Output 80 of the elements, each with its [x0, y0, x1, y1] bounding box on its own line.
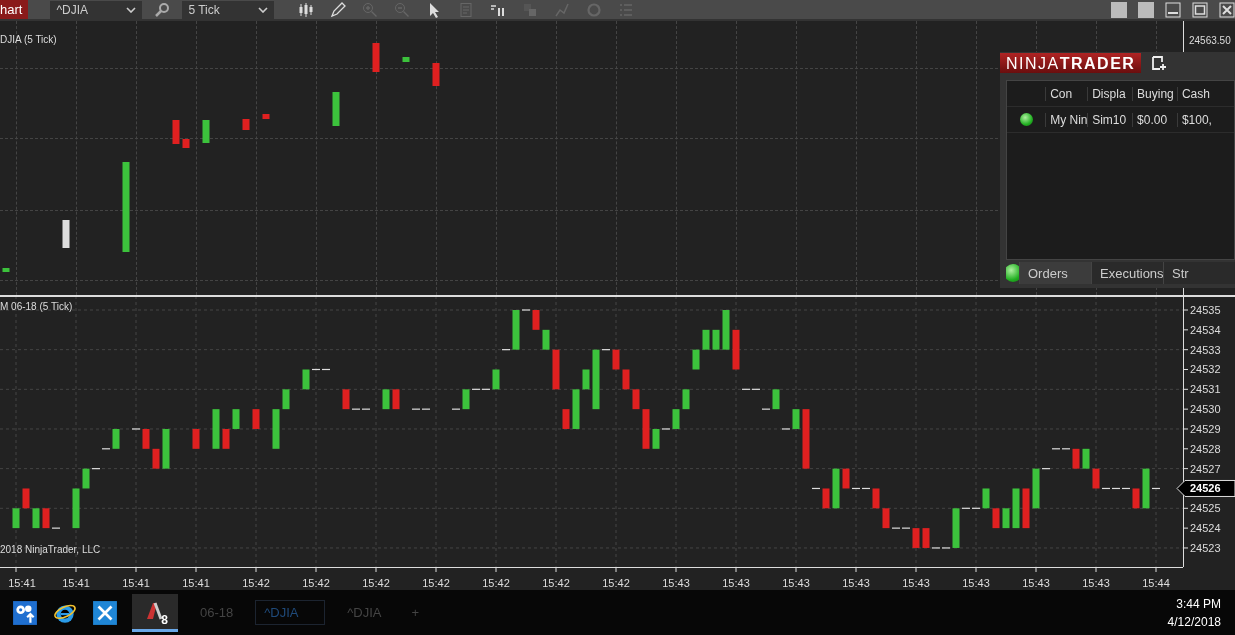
table-cell: My Nin [1045, 112, 1088, 127]
table-cell: $100, [1176, 112, 1234, 127]
candle [182, 139, 190, 148]
window-button[interactable] [1138, 1, 1154, 18]
window-button[interactable] [1111, 1, 1127, 18]
candle [332, 92, 340, 126]
app-button[interactable]: 8 [132, 593, 178, 632]
caret-icon [258, 6, 269, 13]
axis-label: 15:42 [542, 577, 570, 589]
interval-dropdown[interactable]: 5 Tick [182, 0, 275, 19]
pencil-icon[interactable] [330, 1, 347, 18]
axis-label: 24534 [1190, 323, 1221, 336]
axis-label: 15:43 [662, 577, 690, 589]
instrument-dropdown[interactable]: ^DJIA [50, 0, 143, 19]
column-header[interactable]: Displa [1087, 86, 1133, 101]
close-icon[interactable] [1219, 1, 1235, 18]
axis-label: 24533 [1190, 343, 1221, 356]
minimize-icon[interactable] [1165, 1, 1181, 18]
chart-button[interactable]: hart [0, 0, 29, 19]
maximize-icon[interactable] [1192, 1, 1208, 18]
axis-label: 15:41 [182, 577, 210, 589]
copyright-text: 2018 NinjaTrader, LLC [0, 544, 101, 555]
axis-label: 15:43 [842, 577, 870, 589]
add-window-icon[interactable] [1151, 55, 1168, 71]
current-price: 24526 [1190, 482, 1221, 495]
axis-label: 15:43 [902, 577, 930, 589]
logo: NINJATRADER [1000, 53, 1142, 73]
panel-label: M 06-18 (5 Tick) [0, 301, 73, 312]
axis-label: 24523 [1190, 541, 1221, 554]
candle [242, 119, 250, 130]
candle [2, 268, 10, 272]
axis-label: 15:42 [482, 577, 510, 589]
caret-icon [126, 6, 137, 13]
column-header[interactable]: Buying [1132, 86, 1177, 101]
axis-label: 24528 [1190, 442, 1221, 455]
axis-label: 15:41 [62, 577, 90, 589]
axis-label: 15:43 [722, 577, 750, 589]
candlestick-icon[interactable] [298, 1, 315, 18]
axis-label: 24531 [1190, 383, 1221, 396]
tab[interactable]: Orders [1019, 262, 1091, 284]
axis-label: 15:42 [422, 577, 450, 589]
axis-label: 24563.50 [1189, 35, 1231, 46]
axis-label: 24530 [1190, 403, 1221, 416]
candle [172, 120, 180, 144]
search-icon[interactable] [154, 1, 171, 18]
candle [62, 220, 70, 248]
axis-label: 24529 [1190, 423, 1221, 435]
column-header[interactable]: Cash [1176, 86, 1234, 101]
tools-icon[interactable] [92, 599, 118, 626]
candle [432, 63, 440, 86]
axis-label: 15:43 [1022, 577, 1050, 589]
column-header[interactable]: Con [1045, 86, 1088, 101]
axis-label: 15:41 [122, 577, 150, 589]
clock-date: 4/12/2018 [1167, 614, 1221, 629]
axis-label: 15:43 [962, 577, 990, 589]
axis-label: 15:42 [302, 577, 330, 589]
table-cell: $0.00 [1132, 112, 1177, 127]
candle [402, 57, 410, 62]
candle [202, 120, 210, 143]
axis-label: 24525 [1190, 502, 1221, 515]
tab[interactable]: Str [1163, 262, 1235, 284]
axis-label: 24524 [1190, 522, 1221, 535]
candle [372, 43, 380, 72]
axis-label: 15:42 [362, 577, 390, 589]
panel-label: DJIA (5 Tick) [0, 34, 57, 45]
gears-icon[interactable] [12, 599, 38, 626]
axis-label: 15:41 [8, 577, 36, 589]
candle [262, 114, 270, 119]
axis-label: 15:43 [782, 577, 810, 589]
axis-label: 15:43 [1082, 577, 1110, 589]
axis-label: 24535 [1190, 304, 1221, 316]
axis-label: 24527 [1190, 462, 1221, 475]
table-cell: Sim10 [1087, 112, 1133, 127]
clock-time: 3:44 PM [1176, 596, 1221, 611]
axis-label: 15:42 [242, 577, 270, 589]
axis-label: 15:42 [602, 577, 630, 589]
axis-label: 15:44 [1142, 577, 1170, 589]
version-number: 8 [161, 612, 168, 627]
axis-label: 24532 [1190, 363, 1221, 376]
tab[interactable]: Executions [1091, 262, 1163, 284]
